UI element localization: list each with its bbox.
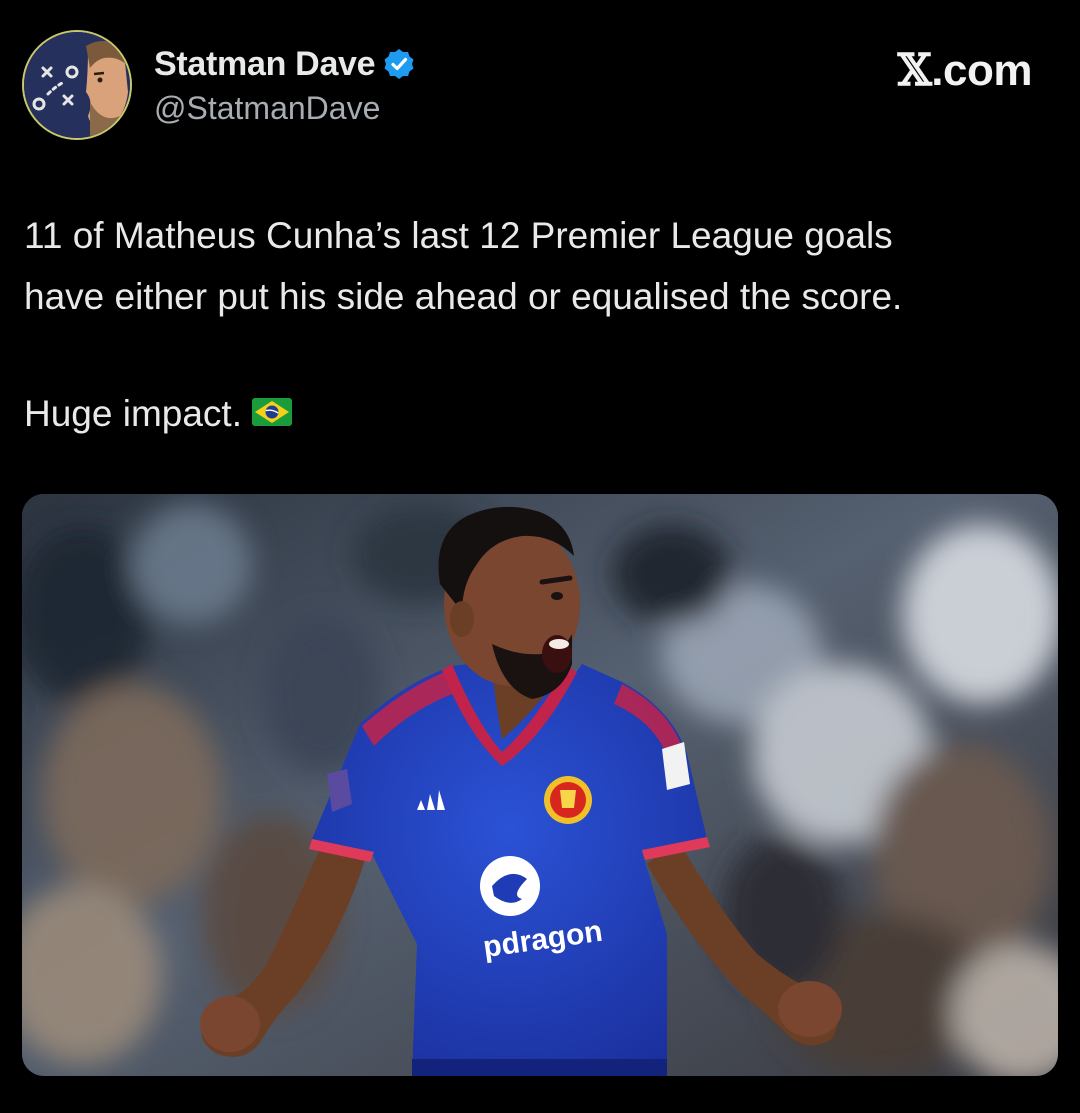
tweet-line-3-wrap: Huge impact. bbox=[24, 383, 1054, 444]
display-name[interactable]: Statman Dave bbox=[154, 44, 376, 84]
brand-domain: .com bbox=[931, 46, 1032, 95]
user-block[interactable]: Statman Dave @StatmanDave bbox=[154, 44, 415, 128]
tweet-line-1: 11 of Matheus Cunha’s last 12 Premier Le… bbox=[24, 215, 893, 256]
tweet-media-photo[interactable]: pdragon bbox=[22, 494, 1058, 1076]
paragraph-break bbox=[24, 327, 1054, 383]
x-com-brand: 𝕏.com bbox=[897, 45, 1033, 96]
display-name-row: Statman Dave bbox=[154, 44, 415, 84]
verified-badge-icon bbox=[383, 48, 415, 80]
x-logo-icon: 𝕏 bbox=[897, 45, 932, 96]
tweet-line-2: have either put his side ahead or equali… bbox=[24, 276, 903, 317]
tweet-line-3: Huge impact. bbox=[24, 393, 242, 434]
football-player-celebrating-photo: pdragon bbox=[22, 494, 1058, 1076]
brazil-flag-icon bbox=[252, 383, 292, 444]
handle[interactable]: @StatmanDave bbox=[154, 88, 415, 128]
tactics-board-avatar-icon bbox=[24, 32, 130, 138]
tweet-text: 11 of Matheus Cunha’s last 12 Premier Le… bbox=[24, 205, 1054, 444]
avatar[interactable] bbox=[22, 30, 132, 140]
tweet-header: Statman Dave @StatmanDave 𝕏.com bbox=[22, 30, 1058, 142]
